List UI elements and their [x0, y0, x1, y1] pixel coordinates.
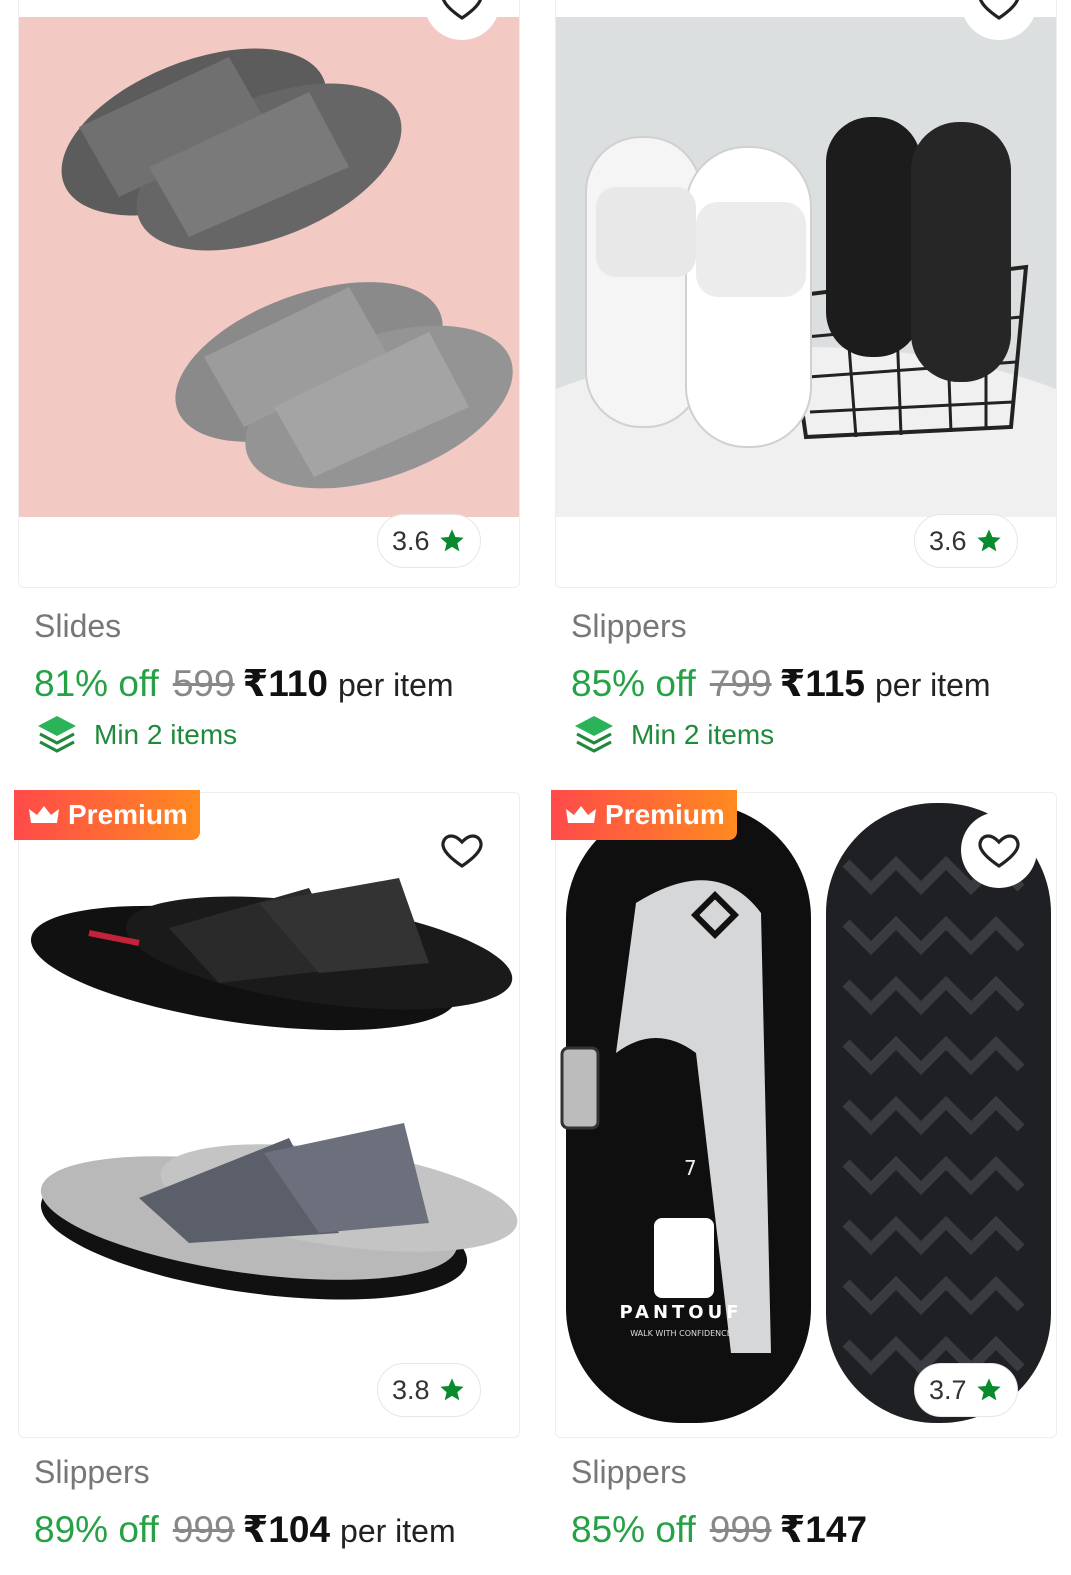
price-label: ₹115	[779, 663, 865, 704]
min-items-row: Min 2 items	[571, 712, 1061, 758]
premium-badge: Premium	[14, 790, 200, 840]
mrp-label: 599	[172, 663, 235, 704]
product-image	[556, 17, 1056, 517]
product-image-box[interactable]: 3.8	[18, 792, 520, 1438]
min-items-label: Min 2 items	[631, 719, 775, 750]
heart-outline-icon	[441, 834, 483, 868]
mrp-label: 999	[709, 1509, 772, 1550]
price-row: 89% off 999 ₹104 per item	[34, 1508, 524, 1552]
product-name: Slippers	[571, 608, 687, 644]
product-info: Slippers 89% off 999 ₹104 per item	[34, 1452, 524, 1552]
wishlist-button[interactable]	[961, 812, 1037, 888]
stack-layers-icon	[575, 716, 613, 753]
min-items-label: Min 2 items	[94, 719, 238, 750]
rating-badge: 3.8	[377, 1363, 481, 1417]
stack-layers-icon	[38, 716, 76, 753]
product-name: Slippers	[34, 1454, 150, 1490]
discount-label: 85% off	[571, 1509, 696, 1550]
product-name: Slides	[34, 608, 122, 644]
product-image-box[interactable]: 3.6	[18, 0, 520, 588]
rating-badge: 3.6	[377, 514, 481, 568]
mrp-label: 799	[709, 663, 772, 704]
rating-value: 3.6	[929, 525, 967, 556]
discount-label: 81% off	[34, 663, 159, 704]
product-image-box[interactable]: 7 PANTOUF WALK WITH CONFIDENCE 3.7	[555, 792, 1057, 1438]
discount-label: 85% off	[571, 663, 696, 704]
product-info: Slides 81% off 599 ₹110 per item Min 2 item…	[34, 606, 524, 758]
price-row: 85% off 799 ₹115 per item	[571, 662, 1061, 706]
rating-badge: 3.7	[914, 1363, 1018, 1417]
rating-badge: 3.6	[914, 514, 1018, 568]
product-info: Slippers 85% off 999 ₹147	[571, 1452, 1061, 1552]
crown-icon	[29, 806, 59, 823]
premium-badge: Premium	[551, 790, 737, 840]
per-item-label: per item	[337, 667, 454, 703]
product-info: Slippers 85% off 799 ₹115 per item Min 2 it…	[571, 606, 1061, 758]
rating-value: 3.6	[392, 525, 430, 556]
brand-logo-text: PANTOUF	[619, 1302, 742, 1323]
star-icon	[976, 529, 1001, 552]
product-image: 7 PANTOUF WALK WITH CONFIDENCE	[556, 793, 1056, 1437]
price-label: ₹147	[779, 1509, 868, 1550]
crown-icon	[566, 806, 596, 823]
discount-label: 89% off	[34, 1509, 159, 1550]
premium-label: Premium	[605, 799, 725, 830]
price-row: 81% off 599 ₹110 per item	[34, 662, 524, 706]
product-name: Slippers	[571, 1454, 687, 1490]
star-icon	[439, 1378, 464, 1401]
heart-outline-icon	[442, 0, 482, 20]
rating-value: 3.8	[392, 1374, 430, 1405]
mrp-label: 999	[172, 1509, 235, 1550]
rating-value: 3.7	[929, 1374, 967, 1405]
heart-outline-icon	[978, 834, 1020, 868]
price-label: ₹104	[242, 1509, 331, 1550]
product-image	[19, 17, 519, 517]
per-item-label: per item	[340, 1513, 456, 1549]
size-number: 7	[684, 1156, 697, 1180]
min-items-row: Min 2 items	[34, 712, 524, 758]
heart-outline-icon	[979, 0, 1019, 20]
star-icon	[976, 1378, 1001, 1401]
product-image-box[interactable]: 3.6	[555, 0, 1057, 588]
price-label: ₹110	[242, 663, 328, 704]
per-item-label: per item	[874, 667, 991, 703]
wishlist-button[interactable]	[424, 812, 500, 888]
brand-tagline: WALK WITH CONFIDENCE	[630, 1329, 732, 1338]
price-row: 85% off 999 ₹147	[571, 1508, 1061, 1552]
premium-label: Premium	[68, 799, 188, 830]
star-icon	[439, 529, 464, 552]
